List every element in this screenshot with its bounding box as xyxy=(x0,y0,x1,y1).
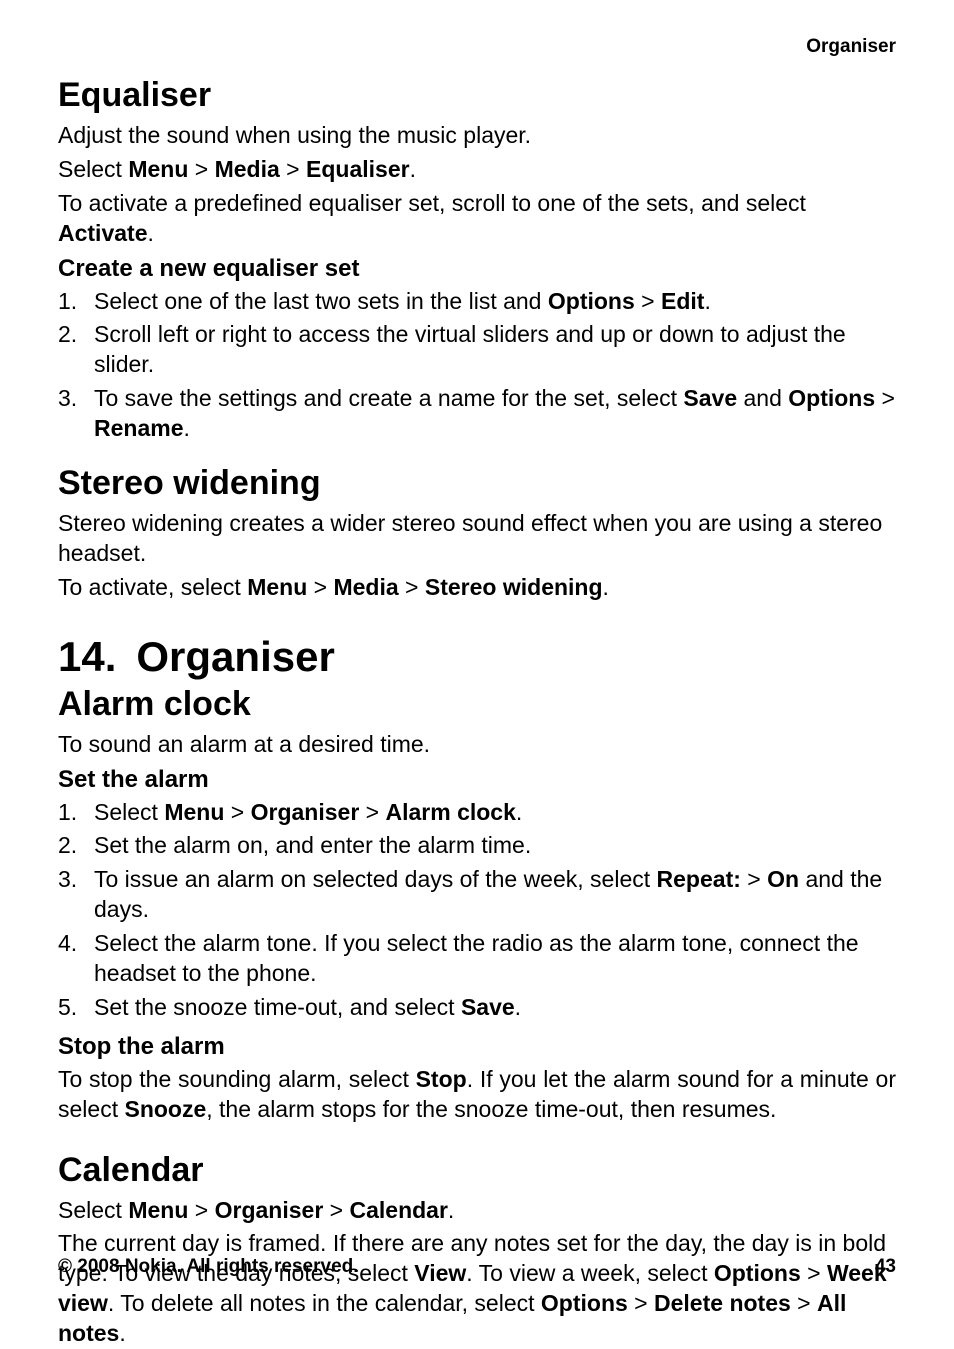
separator: > xyxy=(741,866,767,892)
stereo-nav-path: To activate, select Menu > Media > Stere… xyxy=(58,573,896,603)
text-prefix: Select one of the last two sets in the l… xyxy=(94,288,548,314)
menu-item-organiser: Organiser xyxy=(215,1197,324,1223)
separator: > xyxy=(628,1290,654,1316)
menu-item-menu: Menu xyxy=(128,1197,188,1223)
text-mid: . To delete all notes in the calendar, s… xyxy=(108,1290,541,1316)
separator: > xyxy=(875,385,895,411)
action-snooze: Snooze xyxy=(124,1096,206,1122)
action-options: Options xyxy=(541,1290,628,1316)
list-item: To issue an alarm on selected days of th… xyxy=(58,865,896,925)
separator: > xyxy=(188,156,214,182)
equaliser-intro: Adjust the sound when using the music pl… xyxy=(58,121,896,151)
action-activate: Activate xyxy=(58,220,147,246)
page-header-label: Organiser xyxy=(58,36,896,58)
dot: . xyxy=(119,1320,125,1346)
text-and: and xyxy=(737,385,788,411)
calendar-heading: Calendar xyxy=(58,1151,896,1190)
calendar-nav-path: Select Menu > Organiser > Calendar. xyxy=(58,1196,896,1226)
menu-item-stereo: Stereo widening xyxy=(425,574,603,600)
dot: . xyxy=(515,994,521,1020)
separator: > xyxy=(791,1290,817,1316)
equaliser-nav-path: Select Menu > Media > Equaliser. xyxy=(58,155,896,185)
text-prefix: Select xyxy=(58,1197,128,1223)
list-item: Set the snooze time-out, and select Save… xyxy=(58,993,896,1023)
text-prefix: To activate a predefined equaliser set, … xyxy=(58,190,806,216)
equaliser-activate-text: To activate a predefined equaliser set, … xyxy=(58,189,896,249)
separator: > xyxy=(188,1197,214,1223)
text-prefix: Set the snooze time-out, and select xyxy=(94,994,461,1020)
separator: > xyxy=(307,574,333,600)
text-prefix: Select xyxy=(94,799,164,825)
dot: . xyxy=(448,1197,454,1223)
list-item: Select one of the last two sets in the l… xyxy=(58,287,896,317)
menu-item-media: Media xyxy=(215,156,280,182)
action-stop: Stop xyxy=(416,1066,467,1092)
text-suffix: , the alarm stops for the snooze time-ou… xyxy=(206,1096,776,1122)
chapter-title-text: Organiser xyxy=(136,633,334,680)
page-footer: © 2008 Nokia. All rights reserved. 43 xyxy=(58,1256,896,1278)
separator: > xyxy=(323,1197,349,1223)
copyright-text: © 2008 Nokia. All rights reserved. xyxy=(58,1256,359,1278)
dot: . xyxy=(516,799,522,825)
list-item: To save the settings and create a name f… xyxy=(58,384,896,444)
action-rename: Rename xyxy=(94,415,183,441)
page-number: 43 xyxy=(875,1256,896,1278)
text-prefix: To stop the sounding alarm, select xyxy=(58,1066,416,1092)
chapter-number: 14. xyxy=(58,633,116,681)
menu-item-alarm: Alarm clock xyxy=(385,799,515,825)
calendar-body-text: The current day is framed. If there are … xyxy=(58,1229,896,1349)
equaliser-steps-list: Select one of the last two sets in the l… xyxy=(58,287,896,444)
dot: . xyxy=(704,288,710,314)
stereo-heading: Stereo widening xyxy=(58,464,896,503)
equaliser-heading: Equaliser xyxy=(58,76,896,115)
separator: > xyxy=(359,799,385,825)
alarm-heading: Alarm clock xyxy=(58,685,896,724)
list-item: Select the alarm tone. If you select the… xyxy=(58,929,896,989)
separator: > xyxy=(399,574,425,600)
separator: > xyxy=(280,156,306,182)
action-save: Save xyxy=(461,994,515,1020)
menu-item-organiser: Organiser xyxy=(251,799,360,825)
text-prefix: To save the settings and create a name f… xyxy=(94,385,683,411)
dot: . xyxy=(183,415,189,441)
action-options: Options xyxy=(788,385,875,411)
separator: > xyxy=(224,799,250,825)
stop-alarm-text: To stop the sounding alarm, select Stop.… xyxy=(58,1065,896,1125)
action-delete-notes: Delete notes xyxy=(654,1290,791,1316)
dot: . xyxy=(410,156,416,182)
alarm-steps-list: Select Menu > Organiser > Alarm clock. S… xyxy=(58,798,896,1023)
action-save: Save xyxy=(683,385,737,411)
alarm-intro: To sound an alarm at a desired time. xyxy=(58,730,896,760)
text-prefix: Select xyxy=(58,156,128,182)
text-prefix: To activate, select xyxy=(58,574,247,600)
action-repeat: Repeat: xyxy=(657,866,741,892)
stop-alarm-heading: Stop the alarm xyxy=(58,1033,896,1061)
menu-item-menu: Menu xyxy=(164,799,224,825)
text-prefix: To issue an alarm on selected days of th… xyxy=(94,866,657,892)
create-equaliser-heading: Create a new equaliser set xyxy=(58,255,896,283)
menu-item-calendar: Calendar xyxy=(349,1197,447,1223)
dot: . xyxy=(147,220,153,246)
list-item: Select Menu > Organiser > Alarm clock. xyxy=(58,798,896,828)
action-options: Options xyxy=(548,288,635,314)
menu-item-menu: Menu xyxy=(247,574,307,600)
action-on: On xyxy=(767,866,799,892)
list-item: Set the alarm on, and enter the alarm ti… xyxy=(58,831,896,861)
dot: . xyxy=(603,574,609,600)
set-alarm-heading: Set the alarm xyxy=(58,766,896,794)
action-edit: Edit xyxy=(661,288,704,314)
chapter-heading: 14. Organiser xyxy=(58,633,896,681)
list-item: Scroll left or right to access the virtu… xyxy=(58,320,896,380)
stereo-intro: Stereo widening creates a wider stereo s… xyxy=(58,509,896,569)
menu-item-menu: Menu xyxy=(128,156,188,182)
separator: > xyxy=(635,288,661,314)
menu-item-equaliser: Equaliser xyxy=(306,156,410,182)
menu-item-media: Media xyxy=(333,574,398,600)
